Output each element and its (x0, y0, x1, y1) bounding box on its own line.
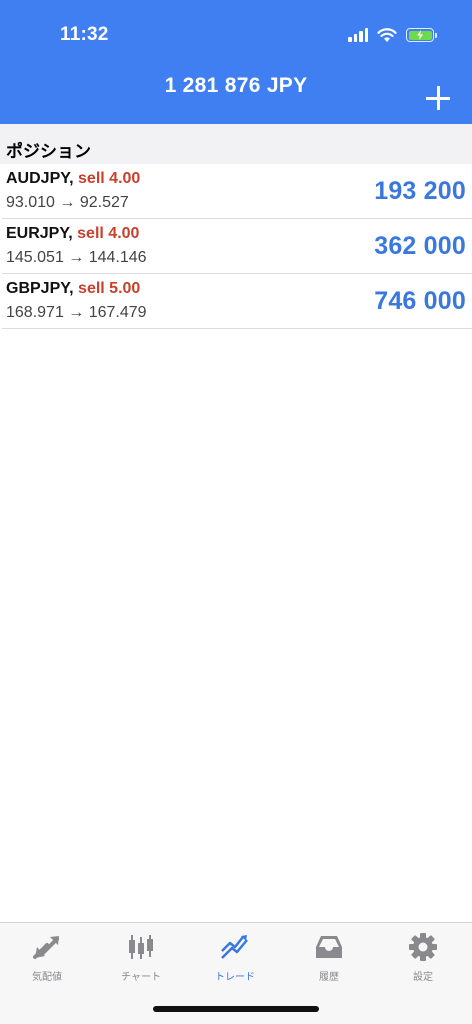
position-row-audjpy[interactable]: AUDJPY, sell 4.00 93.010 → 92.527 193 20… (2, 164, 472, 219)
battery-charging-icon (406, 28, 437, 42)
quotes-arrows-icon (33, 936, 59, 959)
tab-label: 気配値 (32, 972, 62, 983)
position-symbol: EURJPY, (6, 225, 73, 242)
app-header: 11:32 1 281 876 JPY (0, 0, 472, 124)
section-title: ポジション (6, 142, 91, 161)
candlestick-icon (129, 935, 153, 959)
position-row-eurjpy[interactable]: EURJPY, sell 4.00 145.051 → 144.146 362 … (2, 219, 472, 274)
position-prices: 145.051 → 144.146 (6, 249, 147, 266)
position-side-volume: sell 4.00 (78, 170, 141, 187)
tab-chart[interactable]: チャート (94, 931, 188, 983)
position-profit: 362 000 (374, 232, 466, 260)
home-indicator (153, 1006, 319, 1012)
tab-history[interactable]: 履歴 (282, 931, 376, 983)
wifi-icon (377, 27, 397, 42)
tab-label: チャート (121, 972, 161, 983)
account-balance: 1 281 876 JPY (164, 74, 308, 97)
cellular-signal-icon (348, 28, 368, 42)
tab-settings[interactable]: 設定 (376, 931, 470, 983)
tab-label: 履歴 (319, 972, 339, 983)
tab-label: トレード (215, 972, 255, 983)
position-symbol: GBPJPY, (6, 280, 74, 297)
add-order-button[interactable] (426, 86, 450, 110)
history-tray-icon (316, 936, 342, 958)
status-time: 11:32 (60, 24, 109, 45)
gear-icon (409, 933, 437, 961)
position-prices: 168.971 → 167.479 (6, 304, 147, 321)
trade-trend-icon (221, 935, 248, 959)
position-profit: 746 000 (374, 287, 466, 315)
position-side-volume: sell 4.00 (77, 225, 140, 242)
positions-list: AUDJPY, sell 4.00 93.010 → 92.527 193 20… (0, 164, 472, 329)
tab-label: 設定 (413, 972, 433, 983)
tab-quotes[interactable]: 気配値 (0, 931, 94, 983)
position-prices: 93.010 → 92.527 (6, 194, 129, 211)
tab-trade[interactable]: トレード (188, 931, 282, 983)
position-row-gbpjpy[interactable]: GBPJPY, sell 5.00 168.971 → 167.479 746 … (2, 274, 472, 329)
status-indicators (348, 24, 437, 46)
position-side-volume: sell 5.00 (78, 280, 141, 297)
position-symbol: AUDJPY, (6, 170, 74, 187)
position-profit: 193 200 (374, 177, 466, 205)
positions-section-header: ポジション (0, 124, 472, 164)
